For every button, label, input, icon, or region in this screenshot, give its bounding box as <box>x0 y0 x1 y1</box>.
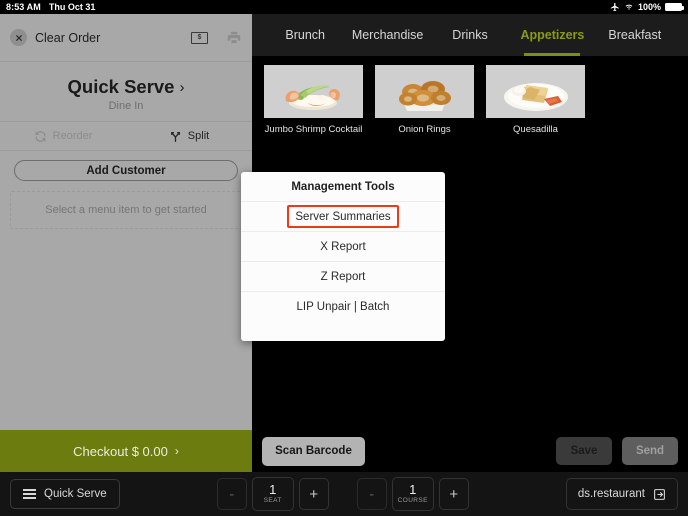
seat-increment-button[interactable]: + <box>298 478 329 510</box>
seat-unit-label: SEAT <box>263 497 282 505</box>
order-actions-row: Reorder Split <box>0 122 252 151</box>
account-label: ds.restaurant <box>577 488 645 500</box>
modal-item-label: Server Summaries <box>295 210 391 223</box>
menu-item-server-summaries[interactable]: Server Summaries <box>241 202 445 232</box>
send-button[interactable]: Send <box>622 437 678 465</box>
scan-barcode-button[interactable]: Scan Barcode <box>262 436 365 466</box>
order-title: Quick Serve <box>67 76 175 97</box>
split-button[interactable]: Split <box>126 130 252 143</box>
modal-item-label: Z Report <box>320 270 366 283</box>
seat-number: 1 <box>269 482 277 498</box>
menu-item-lip-unpair-batch[interactable]: LIP Unpair | Batch <box>241 292 445 322</box>
chevron-right-icon: › <box>179 78 185 96</box>
course-value: 1 COURSE <box>391 477 434 511</box>
tab-drinks[interactable]: Drinks <box>429 14 511 56</box>
course-decrement-button[interactable]: - <box>356 478 387 510</box>
course-increment-button[interactable]: + <box>438 478 469 510</box>
close-x-icon <box>10 29 27 46</box>
reorder-refresh-icon <box>34 130 47 143</box>
order-panel-icon-group: $ <box>191 30 242 45</box>
menu-item-label: Jumbo Shrimp Cocktail <box>264 124 363 135</box>
wifi-icon <box>624 2 634 12</box>
menu-item-label: Quesadilla <box>513 124 558 135</box>
menu-item-card[interactable]: Onion Rings <box>375 65 474 136</box>
category-tab-bar: Brunch Merchandise Drinks Appetizers Bre… <box>252 14 688 56</box>
battery-icon <box>665 3 684 11</box>
split-label: Split <box>187 130 210 142</box>
cash-drawer-icon[interactable]: $ <box>191 31 208 44</box>
tab-label: Merchandise <box>351 28 424 42</box>
tab-appetizers[interactable]: Appetizers <box>511 14 593 56</box>
status-bar: 8:53 AM Thu Oct 31 100% <box>0 0 688 14</box>
tab-breakfast[interactable]: Breakfast <box>594 14 676 56</box>
reorder-button[interactable]: Reorder <box>0 130 126 143</box>
order-title-block: Quick Serve › Dine In <box>0 62 252 122</box>
add-customer-row: Add Customer <box>0 151 252 191</box>
seat-decrement-button[interactable]: - <box>216 478 247 510</box>
course-unit-label: COURSE <box>397 497 428 505</box>
seat-stepper: - 1 SEAT + <box>216 477 329 511</box>
onion-rings-photo <box>375 65 474 118</box>
course-number: 1 <box>409 482 417 498</box>
order-panel-toolbar: Clear Order $ <box>0 14 252 62</box>
order-type-label: Quick Serve <box>44 488 107 500</box>
menu-item-z-report[interactable]: Z Report <box>241 262 445 292</box>
account-logout-button[interactable]: ds.restaurant <box>565 478 678 510</box>
tab-label: Drinks <box>452 28 488 42</box>
airplane-icon <box>610 2 620 12</box>
tab-label: Breakfast <box>608 28 662 42</box>
checkout-button[interactable]: Checkout $ 0.00 › <box>0 430 252 472</box>
menu-item-label: Onion Rings <box>398 124 451 135</box>
tab-label: Appetizers <box>520 28 585 42</box>
modal-item-label: X Report <box>320 240 366 253</box>
management-tools-modal: Management Tools Server Summaries X Repo… <box>241 172 445 341</box>
add-customer-button[interactable]: Add Customer <box>14 160 238 181</box>
order-panel: Clear Order $ Quick Serve › Dine In Reor <box>0 14 252 430</box>
course-stepper: - 1 COURSE + <box>356 477 469 511</box>
menu-item-x-report[interactable]: X Report <box>241 232 445 262</box>
status-indicators: 100% <box>610 2 684 12</box>
save-button[interactable]: Save <box>556 437 612 465</box>
menu-item-card[interactable]: Quesadilla <box>486 65 585 136</box>
order-title-button[interactable]: Quick Serve › <box>68 76 185 98</box>
pos-app-window: 8:53 AM Thu Oct 31 100% Clear Order $ Qu… <box>0 0 688 516</box>
split-branch-icon <box>169 130 182 143</box>
order-subtitle: Dine In <box>108 100 144 112</box>
menu-item-card[interactable]: Jumbo Shrimp Cocktail <box>264 65 363 136</box>
battery-percent: 100% <box>637 2 661 12</box>
modal-title: Management Tools <box>241 172 445 202</box>
order-type-menu-button[interactable]: Quick Serve <box>10 479 120 509</box>
tab-brunch[interactable]: Brunch <box>264 14 346 56</box>
seat-value: 1 SEAT <box>251 477 294 511</box>
quesadilla-photo <box>486 65 585 118</box>
modal-title-label: Management Tools <box>291 180 395 193</box>
menu-item-grid: Jumbo Shrimp Cocktail Onion Rings Quesad… <box>252 56 688 136</box>
tab-merchandise[interactable]: Merchandise <box>346 14 428 56</box>
bottom-bar: Quick Serve - 1 SEAT + - 1 COURSE + ds.r… <box>0 472 688 516</box>
order-items-area: Select a menu item to get started <box>0 191 252 229</box>
clear-order-label: Clear Order <box>35 30 101 45</box>
status-date: Thu Oct 31 <box>48 2 96 12</box>
checkout-label: Checkout $ 0.00 <box>73 443 168 459</box>
logout-arrow-icon <box>653 488 666 501</box>
status-time: 8:53 AM <box>6 2 41 12</box>
chevron-right-icon: › <box>174 444 179 458</box>
action-bar: Scan Barcode Save Send <box>252 430 688 472</box>
printer-icon[interactable] <box>226 30 242 45</box>
shrimp-cocktail-photo <box>264 65 363 118</box>
empty-state-message: Select a menu item to get started <box>10 191 242 229</box>
hamburger-menu-icon <box>23 489 36 499</box>
modal-item-label: LIP Unpair | Batch <box>296 301 390 313</box>
tab-label: Brunch <box>285 28 325 42</box>
clear-order-button[interactable]: Clear Order <box>10 29 100 46</box>
reorder-label: Reorder <box>52 130 93 142</box>
stepper-group: - 1 SEAT + - 1 COURSE + <box>216 477 469 511</box>
